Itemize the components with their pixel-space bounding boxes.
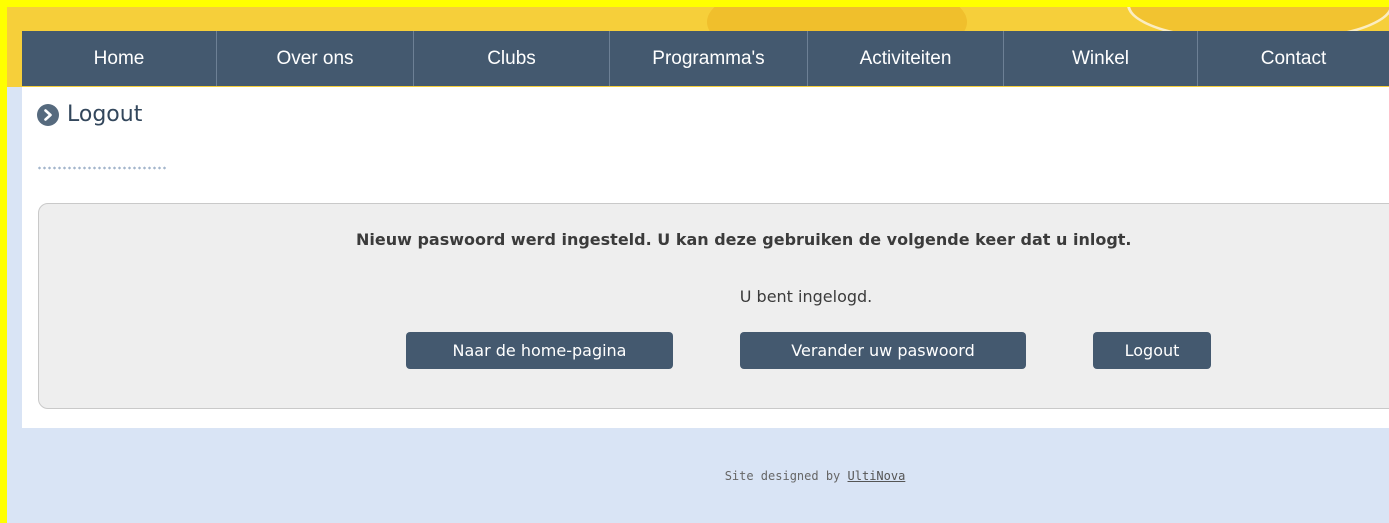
arrow-right-circle-icon <box>37 103 59 126</box>
nav-item-contact[interactable]: Contact <box>1198 31 1389 86</box>
change-password-button[interactable]: Verander uw paswoord <box>740 332 1026 369</box>
nav-item-clubs[interactable]: Clubs <box>414 31 610 86</box>
home-page-button[interactable]: Naar de home-pagina <box>406 332 673 369</box>
footer: Site designed by UltiNova <box>0 469 1389 483</box>
nav-item-winkel[interactable]: Winkel <box>1004 31 1198 86</box>
password-set-message: Nieuw paswoord werd ingesteld. U kan dez… <box>356 230 1132 249</box>
nav-item-activiteiten[interactable]: Activiteiten <box>808 31 1004 86</box>
logged-in-message: U bent ingelogd. <box>739 287 873 306</box>
page-heading: Logout <box>37 102 142 127</box>
logout-button[interactable]: Logout <box>1093 332 1211 369</box>
dotted-divider <box>37 166 167 170</box>
ultinova-link[interactable]: UltiNova <box>848 469 906 483</box>
main-navigation: Home Over ons Clubs Programma's Activite… <box>22 31 1389 86</box>
nav-item-over-ons[interactable]: Over ons <box>217 31 414 86</box>
nav-item-programmas[interactable]: Programma's <box>610 31 808 86</box>
nav-item-home[interactable]: Home <box>22 31 217 86</box>
page-title: Logout <box>67 102 143 127</box>
footer-text: Site designed by <box>724 469 848 483</box>
